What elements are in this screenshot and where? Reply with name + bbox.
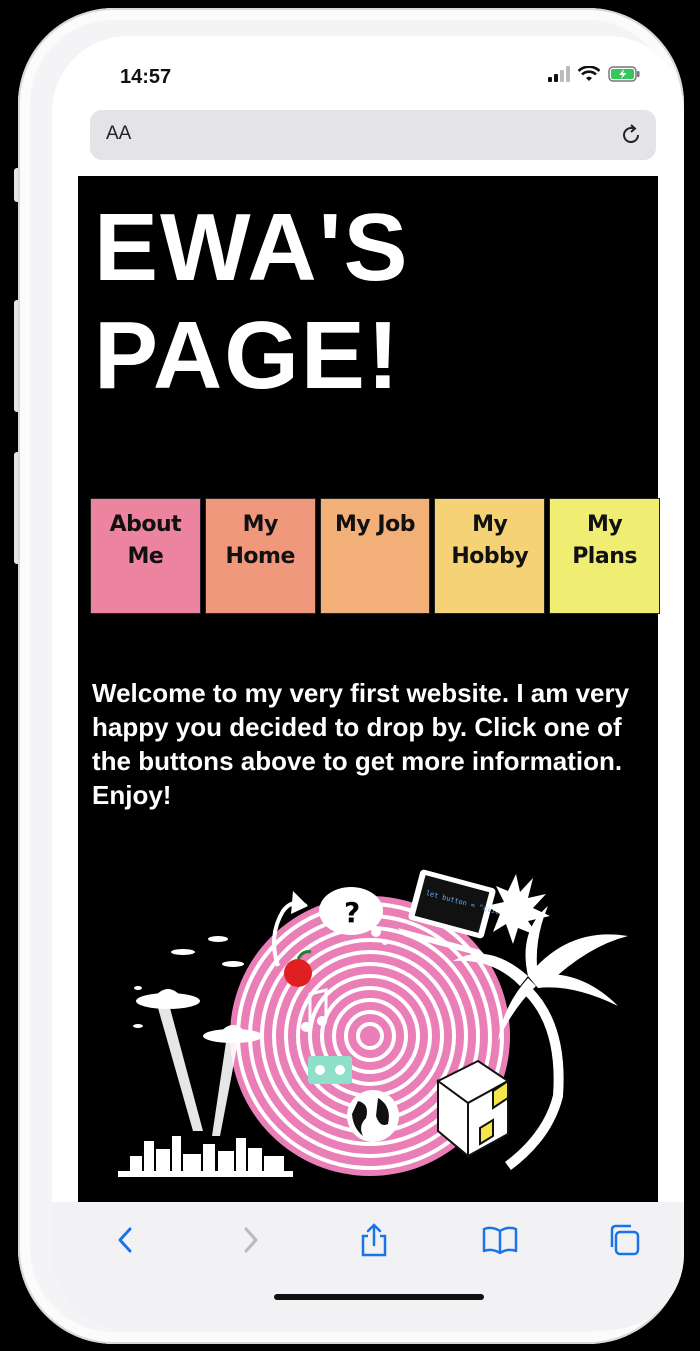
nav-label-line2: Home — [225, 544, 296, 569]
nav-label-line2: Me — [127, 544, 164, 569]
forward-button[interactable] — [230, 1220, 270, 1260]
welcome-text: Welcome to my very first website. I am v… — [92, 678, 630, 810]
starburst-icon — [486, 874, 550, 944]
browser-toolbar — [52, 1202, 684, 1330]
ufo-icon — [133, 936, 263, 1136]
nav-button-my-home[interactable]: My Home — [204, 498, 316, 614]
cassette-tape-icon — [308, 1056, 352, 1084]
nav-label-line1: My Job — [335, 512, 415, 537]
share-button[interactable] — [354, 1220, 394, 1260]
tabs-icon — [610, 1224, 640, 1256]
nav-label-line1: My — [242, 512, 279, 537]
phone-frame: 14:57 AA EWA'S PAGE! About Me My Home My… — [18, 8, 684, 1344]
battery-charging-icon — [608, 66, 640, 82]
wifi-icon — [578, 66, 600, 81]
nav-label-line2: Hobby — [451, 544, 529, 569]
share-icon — [361, 1223, 387, 1257]
city-skyline — [118, 1136, 293, 1177]
nav-button-my-hobby[interactable]: My Hobby — [434, 498, 546, 614]
globe-icon — [347, 1090, 399, 1142]
page-title: EWA'S PAGE! — [94, 194, 410, 410]
nav-label-line1: About — [109, 512, 182, 537]
page-title-line-1: EWA'S — [94, 194, 410, 301]
status-icons — [548, 66, 640, 82]
reload-icon[interactable] — [618, 122, 644, 148]
book-icon — [482, 1226, 518, 1255]
status-bar: 14:57 — [52, 36, 684, 102]
nav-label-line1: My — [472, 512, 508, 537]
address-bar[interactable]: AA — [90, 110, 656, 160]
chevron-left-icon — [118, 1227, 132, 1253]
status-time: 14:57 — [120, 66, 172, 88]
nav-button-my-plans[interactable]: My Plans — [549, 498, 660, 614]
back-button[interactable] — [106, 1220, 146, 1260]
nav-label-line1: My — [586, 512, 623, 537]
svg-text:?: ? — [344, 896, 360, 929]
nav-buttons: About Me My Home My Job My Hobby My Plans — [90, 498, 660, 616]
chevron-right-icon — [244, 1227, 258, 1253]
nav-button-about-me[interactable]: About Me — [90, 498, 201, 614]
nav-button-my-job[interactable]: My Job — [319, 498, 431, 614]
nav-label-line2: Plans — [572, 544, 637, 569]
hero-illustration: ? let button = "click"; — [118, 869, 628, 1177]
phone-screen: 14:57 AA EWA'S PAGE! About Me My Home My… — [52, 36, 684, 1330]
page-title-line-2: PAGE! — [94, 302, 401, 409]
text-size-button[interactable]: AA — [106, 123, 131, 145]
bookmarks-button[interactable] — [480, 1220, 520, 1260]
cellular-signal-icon — [548, 66, 570, 82]
tabs-button[interactable] — [604, 1220, 644, 1260]
home-indicator — [274, 1294, 484, 1300]
web-content: EWA'S PAGE! About Me My Home My Job My Hobb… — [78, 176, 660, 1202]
